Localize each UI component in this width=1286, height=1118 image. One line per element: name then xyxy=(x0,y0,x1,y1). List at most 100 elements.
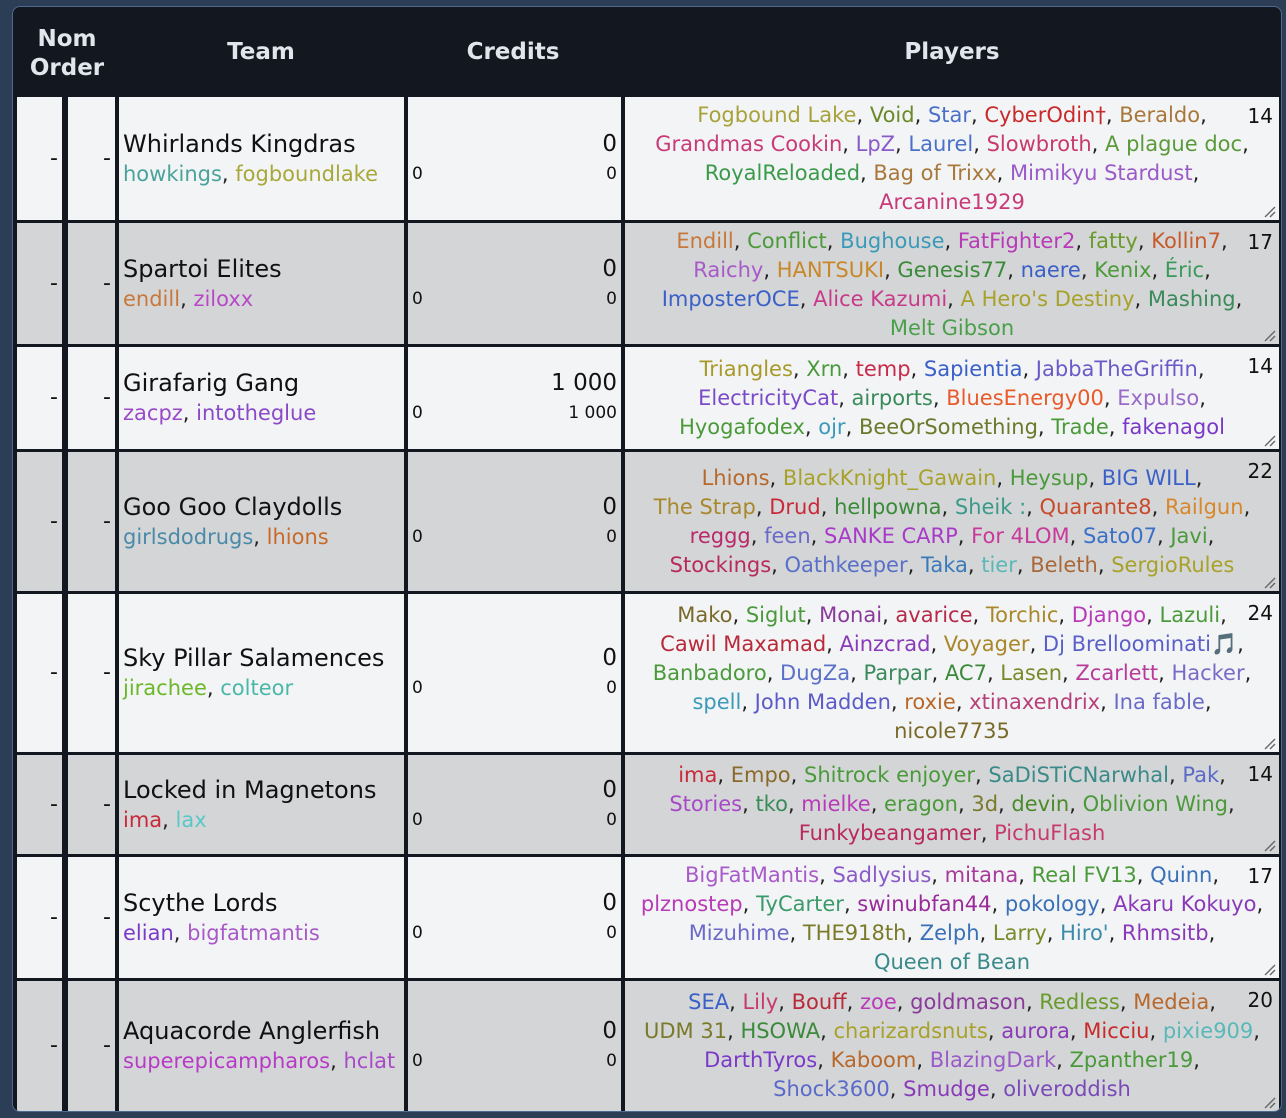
player-name[interactable]: Railgun xyxy=(1165,495,1244,519)
player-name[interactable]: Beraldo xyxy=(1119,103,1200,127)
manager-name[interactable]: intotheglue xyxy=(196,401,316,425)
player-name[interactable]: Stories xyxy=(669,792,742,816)
player-name[interactable]: Monai xyxy=(819,603,882,627)
player-name[interactable]: Lazuli xyxy=(1160,603,1221,627)
player-name[interactable]: Banbadoro xyxy=(653,661,767,685)
player-name[interactable]: Mashing xyxy=(1148,287,1236,311)
player-name[interactable]: Oblivion Wing xyxy=(1083,792,1228,816)
resize-handle-icon[interactable] xyxy=(1262,327,1276,342)
team-name[interactable]: Whirlands Kingdras xyxy=(123,129,356,159)
manager-name[interactable]: endill xyxy=(123,287,180,311)
player-name[interactable]: CyberOdin† xyxy=(984,103,1105,127)
manager-name[interactable]: lhions xyxy=(267,525,329,549)
player-name[interactable]: temp xyxy=(856,357,911,381)
manager-name[interactable]: hclat xyxy=(343,1049,395,1073)
team-name[interactable]: Goo Goo Claydolls xyxy=(123,492,342,522)
player-name[interactable]: Real FV13 xyxy=(1032,863,1137,887)
player-name[interactable]: Django xyxy=(1072,603,1146,627)
player-name[interactable]: RoyalReloaded xyxy=(705,161,860,185)
team-name[interactable]: Scythe Lords xyxy=(123,888,277,918)
player-name[interactable]: Raichy xyxy=(693,258,763,282)
player-name[interactable]: Quarante8 xyxy=(1040,495,1152,519)
player-name[interactable]: Funkybeangamer xyxy=(799,821,981,845)
player-name[interactable]: Torchic xyxy=(986,603,1059,627)
player-name[interactable]: FatFighter2 xyxy=(958,229,1075,253)
player-name[interactable]: SergioRules xyxy=(1111,553,1234,577)
player-name[interactable]: Hacker xyxy=(1171,661,1244,685)
player-name[interactable]: eragon xyxy=(884,792,958,816)
player-name[interactable]: plznostep xyxy=(641,892,743,916)
player-name[interactable]: Expulso xyxy=(1117,386,1199,410)
player-name[interactable]: Redless xyxy=(1039,990,1120,1014)
player-name[interactable]: feen xyxy=(764,524,811,548)
player-name[interactable]: Rhmsitb xyxy=(1122,921,1209,945)
player-name[interactable]: Empo xyxy=(731,763,791,787)
player-name[interactable]: TyCarter xyxy=(756,892,844,916)
player-name[interactable]: Akaru Kokuyo xyxy=(1113,892,1256,916)
player-name[interactable]: aurora xyxy=(1001,1019,1070,1043)
player-name[interactable]: charizardsnuts xyxy=(833,1019,987,1043)
player-name[interactable]: Shitrock enjoyer xyxy=(804,763,975,787)
resize-handle-icon[interactable] xyxy=(1262,735,1276,750)
player-name[interactable]: Cawil Maxamad xyxy=(660,632,826,656)
manager-name[interactable]: howkings xyxy=(123,162,222,186)
player-name[interactable]: UDM 31 xyxy=(644,1019,727,1043)
player-name[interactable]: Éric xyxy=(1165,258,1204,282)
resize-handle-icon[interactable] xyxy=(1262,1094,1276,1109)
player-name[interactable]: pokology xyxy=(1005,892,1100,916)
player-name[interactable]: SEA xyxy=(688,990,729,1014)
manager-name[interactable]: ziloxx xyxy=(193,287,253,311)
player-name[interactable]: Mizuhime xyxy=(689,921,790,945)
player-name[interactable]: hellpowna xyxy=(834,495,941,519)
player-name[interactable]: BIG WILL xyxy=(1102,466,1196,490)
player-name[interactable]: Sato07 xyxy=(1083,524,1157,548)
player-name[interactable]: naere xyxy=(1021,258,1081,282)
player-name[interactable]: airports xyxy=(852,386,933,410)
player-name[interactable]: Kaboom xyxy=(831,1048,917,1072)
player-name[interactable]: For 4LOM xyxy=(971,524,1069,548)
player-name[interactable]: mitana xyxy=(945,863,1019,887)
player-name[interactable]: Oathkeeper xyxy=(785,553,908,577)
player-name[interactable]: Bughouse xyxy=(840,229,944,253)
player-name[interactable]: Triangles xyxy=(699,357,792,381)
player-name[interactable]: HSOWA xyxy=(740,1019,820,1043)
player-name[interactable]: nicole7735 xyxy=(894,719,1010,743)
player-name[interactable]: PichuFlash xyxy=(994,821,1105,845)
resize-handle-icon[interactable] xyxy=(1262,837,1276,852)
player-name[interactable]: Zcarlett xyxy=(1075,661,1158,685)
player-name[interactable]: BlazingDark xyxy=(930,1048,1056,1072)
team-name[interactable]: Locked in Magnetons xyxy=(123,775,376,805)
player-name[interactable]: Heysup xyxy=(1010,466,1089,490)
player-name[interactable]: Conflict xyxy=(747,229,827,253)
player-name[interactable]: swinubfan44 xyxy=(857,892,991,916)
manager-name[interactable]: zacpz xyxy=(123,401,183,425)
player-name[interactable]: goldmason xyxy=(910,990,1026,1014)
player-name[interactable]: Ainzcrad xyxy=(840,632,931,656)
player-name[interactable]: BluesEnergy00 xyxy=(946,386,1104,410)
player-name[interactable]: Star xyxy=(928,103,971,127)
player-name[interactable]: Medeia xyxy=(1133,990,1209,1014)
resize-handle-icon[interactable] xyxy=(1262,961,1276,976)
player-name[interactable]: A plague doc xyxy=(1105,132,1242,156)
player-name[interactable]: Hiro' xyxy=(1060,921,1108,945)
player-name[interactable]: zoe xyxy=(860,990,897,1014)
player-name[interactable]: 3d xyxy=(971,792,998,816)
player-name[interactable]: Hyogafodex xyxy=(679,415,805,439)
player-name[interactable]: DarthTyros xyxy=(704,1048,817,1072)
player-name[interactable]: Xrn xyxy=(806,357,842,381)
resize-handle-icon[interactable] xyxy=(1262,574,1276,589)
player-name[interactable]: Sapientia xyxy=(924,357,1023,381)
player-name[interactable]: Sheik : xyxy=(955,495,1026,519)
player-name[interactable]: Lily xyxy=(742,990,778,1014)
player-name[interactable]: devin xyxy=(1011,792,1069,816)
player-name[interactable]: Beleth xyxy=(1030,553,1098,577)
player-name[interactable]: Bag of Trixx xyxy=(873,161,996,185)
resize-handle-icon[interactable] xyxy=(1262,432,1276,447)
player-name[interactable]: The Strap xyxy=(654,495,756,519)
player-name[interactable]: ImposterOCE xyxy=(662,287,800,311)
player-name[interactable]: HANTSUKI xyxy=(777,258,884,282)
player-name[interactable]: ima xyxy=(678,763,717,787)
player-name[interactable]: Trade xyxy=(1051,415,1109,439)
player-name[interactable]: Bouff xyxy=(792,990,847,1014)
manager-name[interactable]: bigfatmantis xyxy=(187,921,320,945)
